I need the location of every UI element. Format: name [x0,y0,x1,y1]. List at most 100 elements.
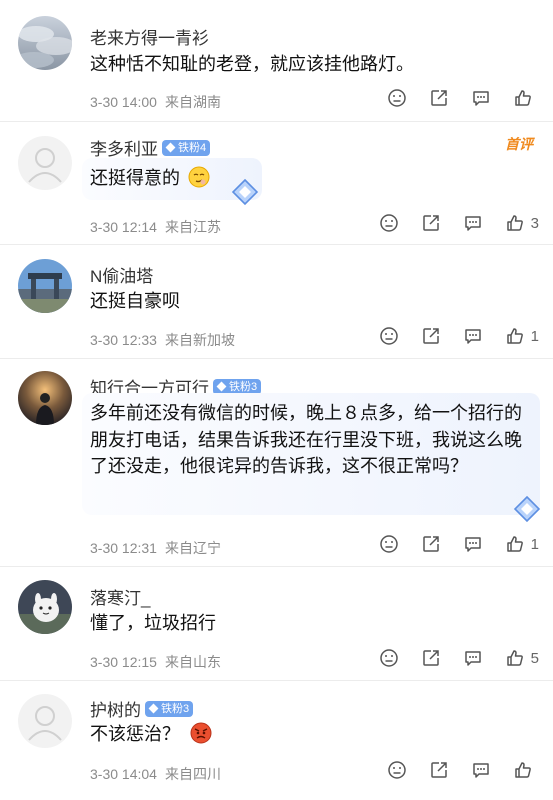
default-avatar-icon [18,136,72,190]
user-name[interactable]: N偷油塔 [90,262,153,287]
share-icon [431,90,447,106]
avatar-sunset-image [18,371,72,425]
comment-icon [473,763,489,778]
reply-button[interactable] [463,213,483,233]
reply-button[interactable] [463,534,483,554]
reply-button[interactable] [471,88,491,108]
comment-date: 3-30 12:15 [90,654,157,670]
face-icon [379,535,398,553]
reaction-button[interactable] [379,326,399,346]
share-button[interactable] [429,760,449,780]
like-count: 3 [530,214,539,232]
comment-date: 3-30 12:31 [90,540,157,556]
face-icon [379,214,398,232]
share-icon [422,650,439,666]
avatar[interactable] [18,16,72,70]
like-button[interactable] [513,760,539,780]
share-button[interactable] [421,534,441,554]
comment-date: 3-30 12:14 [90,219,157,235]
like-count: 1 [530,535,539,553]
user-name[interactable]: 老来方得一青衫 [90,24,209,49]
share-button[interactable] [421,326,441,346]
like-button[interactable]: 1 [505,326,539,346]
comment-text: 还挺自豪呗 [90,291,180,311]
comment-location: 来自辽宁 [164,540,221,556]
share-icon [422,536,439,552]
thumb-up-icon [506,328,523,344]
diamond-icon [165,142,176,153]
face-icon [379,649,398,667]
like-button[interactable] [513,88,539,108]
share-icon [422,215,439,231]
diamond-icon [216,381,227,392]
first-comment-tag: 首评 [505,136,533,152]
thumb-up-icon [515,90,531,106]
comment-text: 这种恬不知耻的老登，就应该挂他路灯。 [90,54,414,74]
comment-item: 知行合一方可行 铁粉3 多年前还没有微信的时候，晚上８点多，给一个招行的朋友打电… [0,359,553,567]
share-button[interactable] [429,88,449,108]
avatar[interactable] [18,371,72,425]
avatar-gate-image [18,259,72,313]
user-name[interactable]: 落寒汀_ [90,584,150,609]
comment-item: 护树的 铁粉3 不该惩治？ 3-30 14:04 来自四川 [0,681,553,799]
avatar[interactable] [18,259,72,313]
comment-text: 懂了，垃圾招行 [90,613,216,633]
comment-item: 李多利亚 铁粉4 首评 还挺得意的 3-30 12:14 来自江苏 3 [0,122,553,245]
comment-location: 来自山东 [164,654,221,670]
reaction-button[interactable] [387,760,407,780]
comment-icon [473,91,489,106]
comment-item: 老来方得一青衫 这种恬不知耻的老登，就应该挂他路灯。 3-30 14:00 来自湖… [0,0,553,122]
avatar-sky-image [18,16,72,70]
reply-button[interactable] [463,648,483,668]
comment-date: 3-30 14:00 [90,94,157,110]
comment-item: 落寒汀_ 懂了，垃圾招行 3-30 12:15 来自山东 5 [0,567,553,681]
share-icon [431,762,447,778]
comment-icon [464,651,481,666]
comment-location: 来自江苏 [164,219,221,235]
face-icon [388,89,406,107]
reaction-button[interactable] [379,648,399,668]
smirk-emoji-icon [188,166,210,188]
like-button[interactable]: 5 [505,648,539,668]
like-count: 1 [530,327,539,345]
face-icon [379,327,398,345]
share-button[interactable] [421,648,441,668]
comment-text: 多年前还没有微信的时候，晚上８点多，给一个招行的朋友打电话，结果告诉我还在行里没… [90,403,522,476]
user-name[interactable]: 李多利亚 [90,135,158,160]
comment-icon [464,537,481,552]
comment-text: 还挺得意的 [90,165,510,191]
thumb-up-icon [515,762,531,778]
reaction-button[interactable] [387,88,407,108]
thumb-up-icon [506,650,523,666]
comment-icon [464,329,481,344]
comment-item: N偷油塔 还挺自豪呗 3-30 12:33 来自新加坡 1 [0,245,553,359]
sparkle-diamond-icon [513,495,541,523]
fan-badge: 铁粉4 [162,139,211,156]
user-name[interactable]: 护树的 [90,696,141,721]
comment-location: 来自四川 [164,766,221,782]
share-button[interactable] [421,213,441,233]
share-icon [422,328,439,344]
reaction-button[interactable] [379,213,399,233]
reply-button[interactable] [471,760,491,780]
avatar[interactable] [18,694,72,748]
avatar[interactable] [18,580,72,634]
thumb-up-icon [506,536,523,552]
reply-button[interactable] [463,326,483,346]
comment-date: 3-30 12:33 [90,332,157,348]
reaction-button[interactable] [379,534,399,554]
like-count: 5 [530,649,539,667]
angry-emoji-icon [190,722,212,744]
diamond-icon [148,703,159,714]
like-button[interactable]: 3 [505,213,539,233]
like-button[interactable]: 1 [505,534,539,554]
comment-location: 来自湖南 [164,94,221,110]
comment-text: 不该惩治？ [90,721,510,747]
thumb-up-icon [506,215,523,231]
avatar-cartoon-image [18,580,72,634]
comment-date: 3-30 14:04 [90,766,157,782]
comment-list: 老来方得一青衫 这种恬不知耻的老登，就应该挂他路灯。 3-30 14:00 来自湖… [0,0,553,799]
avatar[interactable] [18,136,72,190]
fan-badge: 铁粉3 [145,700,194,717]
sparkle-diamond-icon [231,178,259,206]
